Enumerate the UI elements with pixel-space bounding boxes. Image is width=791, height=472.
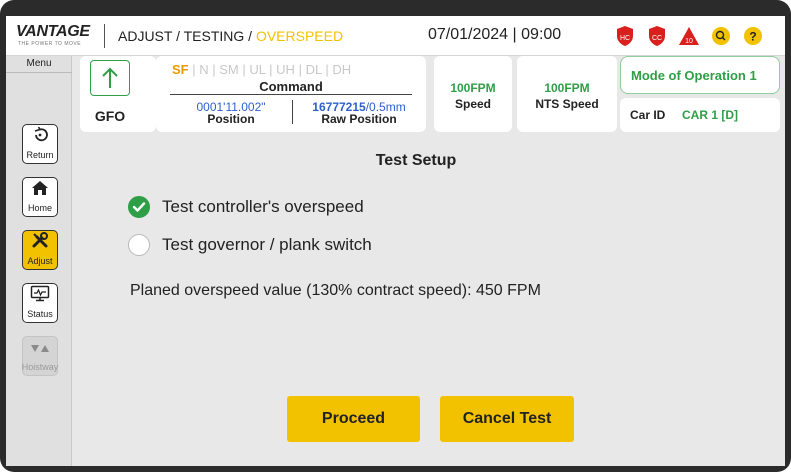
vantage-logo: VANTAGE THE POWER TO MOVE [16,22,104,50]
mode-n: N [199,62,209,77]
command-label: Command [259,79,323,94]
date-text: 07/01/2024 [428,26,509,43]
screen: VANTAGE THE POWER TO MOVE ADJUST / TESTI… [6,16,785,466]
radio-unchecked-icon[interactable] [128,234,150,256]
sidebar-item-home[interactable]: Home [22,177,58,217]
car-id-label: Car ID [630,108,666,122]
sidebar-item-status[interactable]: Status [22,283,58,323]
hc-alert-icon[interactable]: HC [614,25,636,47]
monitor-icon [30,285,50,307]
command-divider [170,94,412,95]
sidebar-item-label: Home [27,203,52,213]
warning-icon[interactable]: 10 [678,25,700,47]
breadcrumb: ADJUST / TESTING / OVERSPEED [118,28,343,44]
sidebar-item-label: Status [27,309,53,319]
car-id-value: CAR 1 [D] [682,108,738,122]
direction-card: GFO [80,56,156,132]
cc-alert-icon[interactable]: CC [646,25,668,47]
raw-position-label: Raw Position [321,112,397,126]
option-label: Test governor / plank switch [162,235,372,254]
search-icon[interactable] [710,25,732,47]
planned-overspeed-text: Planed overspeed value (130% contract sp… [130,282,541,299]
help-label: ? [749,30,756,44]
warning-count: 10 [685,38,693,45]
sidebar-item-return[interactable]: Return [22,124,58,164]
nts-speed-card: 100FPM NTS Speed [517,56,617,132]
car-id-card: Car ID CAR 1 [D] [620,98,780,132]
sidebar-item-label: Adjust [27,256,53,266]
mode-ul: UL [249,62,266,77]
nts-speed-value: 100FPM [544,81,590,95]
mode-of-operation: Mode of Operation 1 [631,68,757,83]
elevator-arrows-icon [30,342,50,360]
help-icon[interactable]: ? [742,25,764,47]
command-card: SF | N | SM | UL | UH | DL | DH Command … [156,56,426,132]
check-circle-icon[interactable] [128,196,150,218]
sidebar-item-label: Return [26,150,54,160]
return-icon [31,126,49,148]
mode-of-operation-card[interactable]: Mode of Operation 1 [620,56,780,94]
date-time: 07/01/2024 | 09:00 [428,26,561,44]
option-governor-plank-switch[interactable]: Test governor / plank switch [128,232,372,258]
mode-dh: DH [332,62,352,77]
position-divider [292,100,293,124]
top-bar: VANTAGE THE POWER TO MOVE ADJUST / TESTI… [6,16,785,56]
sidebar: Menu Return Home Adjust Status Hoistway [6,56,72,466]
speed-label: Speed [454,97,491,111]
date-time-separator: | [512,26,517,43]
sidebar-item-adjust[interactable]: Adjust [22,230,58,270]
sidebar-item-label: Hoistway [21,362,59,372]
page-title: Test Setup [375,152,457,169]
hc-alert-label: HC [620,35,630,42]
menu-label: Menu [6,58,72,73]
breadcrumb-path: ADJUST / TESTING / [118,28,256,44]
speed-value: 100FPM [450,81,496,95]
logo-tagline: THE POWER TO MOVE [18,41,82,47]
mode-sm: SM [219,62,239,77]
home-icon [31,180,49,201]
header-icons: HC CC 10 ? [614,25,764,47]
position-label: Position [207,112,255,126]
breadcrumb-current: OVERSPEED [255,28,344,44]
mode-dl: DL [305,62,322,77]
up-arrow-icon [90,60,130,96]
mode-sf: SF [172,62,189,77]
sidebar-item-hoistway[interactable]: Hoistway [22,336,58,376]
nts-speed-label: NTS Speed [535,97,599,111]
time-text: 09:00 [521,26,562,43]
header-divider [104,24,105,48]
proceed-button[interactable]: Proceed [287,396,420,442]
speed-card: 100FPM Speed [434,56,512,132]
direction-label: GFO [94,108,126,124]
option-label: Test controller's overspeed [162,197,364,216]
mode-uh: UH [276,62,295,77]
tools-icon [31,231,49,254]
logo-text: VANTAGE [16,23,90,40]
option-controller-overspeed[interactable]: Test controller's overspeed [128,194,364,220]
cc-alert-label: CC [652,35,662,42]
cancel-test-button[interactable]: Cancel Test [440,396,574,442]
command-modes: SF | N | SM | UL | UH | DL | DH [172,62,352,77]
